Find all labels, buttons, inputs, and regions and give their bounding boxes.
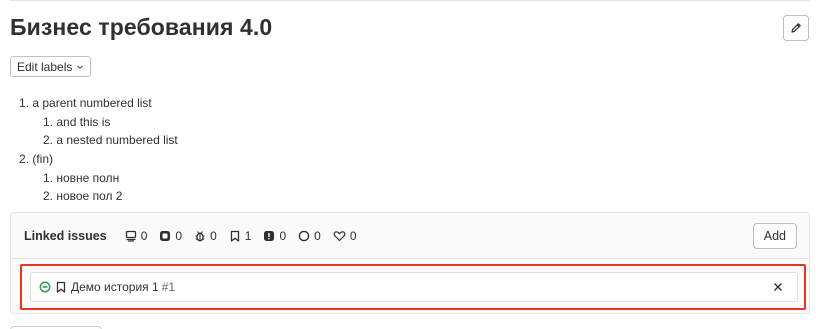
heart-icon (333, 230, 346, 241)
test-case-icon (160, 230, 171, 241)
issue-alert-icon (264, 230, 275, 241)
bug-count: 0 (194, 229, 217, 243)
list-item: 2. новое пол 2 (43, 189, 123, 204)
requirement-count: 0 (125, 228, 148, 243)
list-item: 1. новне полн (43, 170, 120, 185)
linked-issues-counts: 0 0 0 1 0 0 0 (125, 229, 357, 243)
chevron-down-icon (77, 64, 84, 69)
issue-count: 0 (263, 229, 286, 243)
incident-count: 0 (298, 229, 321, 243)
issue-open-icon (39, 281, 51, 293)
feature-count-value: 0 (349, 228, 357, 243)
edit-title-button[interactable] (783, 15, 809, 41)
linked-issue-title[interactable]: Демо история 1 (71, 280, 159, 294)
remove-link-button[interactable] (771, 280, 785, 294)
feature-count: 0 (333, 229, 357, 243)
requirement-count-value: 0 (140, 228, 148, 243)
description: 1. a parent numbered list 1. and this is… (19, 94, 178, 206)
user-story-count: 1 (229, 228, 252, 243)
linked-issues-title: Linked issues (24, 228, 107, 243)
add-label: Add (763, 229, 786, 243)
edit-labels-button[interactable]: Edit labels (10, 56, 92, 77)
bookmark-icon (56, 281, 66, 293)
top-divider (10, 0, 810, 1)
requirement-icon (125, 230, 136, 242)
list-item: 2. a nested numbered list (43, 133, 178, 148)
list-item: 1. a parent numbered list (19, 96, 152, 110)
linked-issues-header: Linked issues 0 0 0 1 0 0 0 Add (11, 213, 809, 259)
incident-count-value: 0 (314, 228, 321, 243)
circle-icon (298, 230, 310, 241)
bookmark-icon (230, 230, 239, 242)
list-item: 1. and this is (43, 114, 111, 129)
pencil-icon (791, 23, 801, 33)
list-item: 2. (fin) (19, 152, 54, 167)
highlight-box: Демо история 1 #1 (20, 264, 806, 310)
linked-issue-row[interactable]: Демо история 1 #1 (30, 272, 798, 302)
edit-labels-label: Edit labels (17, 59, 73, 74)
issue-count-value: 0 (279, 228, 287, 243)
page-title: Бизнес требования 4.0 (10, 14, 273, 40)
bug-icon (195, 230, 205, 241)
test-case-count-value: 0 (175, 228, 183, 243)
user-story-count-value: 1 (244, 228, 252, 243)
linked-issues-panel: Linked issues 0 0 0 1 0 0 0 Add Демо ист… (10, 212, 810, 314)
test-case-count: 0 (159, 229, 182, 243)
close-icon (774, 283, 782, 291)
add-linked-issue-button[interactable]: Add (752, 223, 797, 249)
bug-count-value: 0 (210, 228, 217, 243)
linked-issue-ref: #1 (161, 280, 176, 294)
